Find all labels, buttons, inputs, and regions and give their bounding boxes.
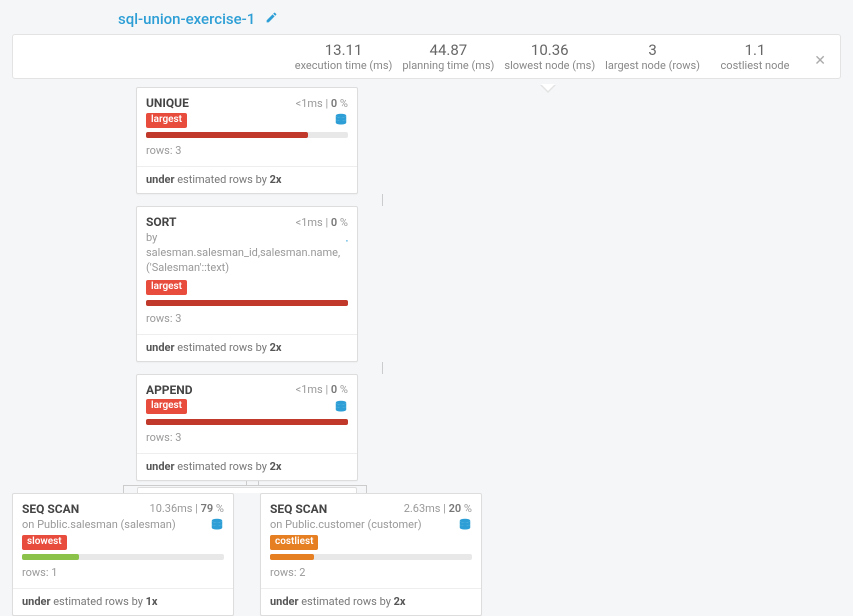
database-icon[interactable] [346, 231, 348, 245]
node-name: SORT [146, 215, 176, 229]
rows-label: rows: 3 [146, 431, 348, 450]
estimate-note: under estimated rows by 2x [137, 166, 357, 193]
badge-largest: largest [146, 280, 187, 295]
progress-bar [146, 300, 348, 306]
rows-label: rows: 1 [22, 566, 224, 585]
rows-label: rows: 3 [146, 312, 348, 331]
node-timing: 2.63ms | 20 % [404, 502, 472, 515]
rows-label: rows: 3 [146, 144, 348, 163]
progress-bar [146, 132, 348, 138]
database-icon[interactable] [210, 518, 224, 532]
rows-label: rows: 2 [270, 566, 472, 585]
database-icon[interactable] [334, 400, 348, 414]
progress-bar [146, 419, 348, 425]
node-name: SEQ SCAN [22, 502, 79, 516]
metric-planning-time: 44.87 planning time (ms) [402, 41, 494, 72]
node-subtext: on Public.salesman (salesman) [22, 518, 176, 533]
connector [382, 194, 383, 206]
node-timing: <1ms | 0 % [296, 97, 348, 110]
badge-slowest: slowest [22, 535, 67, 550]
estimate-note: under estimated rows by 2x [137, 334, 357, 361]
progress-bar [22, 554, 224, 560]
estimate-note: under estimated rows by 2x [137, 453, 357, 480]
node-name: UNIQUE [146, 96, 189, 110]
plan-title-text: sql-union-exercise-1 [118, 10, 255, 28]
metric-largest-node: 3 largest node (rows) [605, 41, 700, 72]
connector [123, 483, 367, 493]
database-icon[interactable] [334, 113, 348, 127]
node-timing: 10.36ms | 79 % [150, 502, 224, 515]
node-timing: <1ms | 0 % [296, 383, 348, 396]
badge-largest: largest [146, 399, 187, 414]
close-icon[interactable]: ✕ [814, 53, 826, 69]
badge-largest: largest [146, 113, 187, 128]
estimate-note: under estimated rows by 1x [13, 588, 233, 615]
estimate-note: under estimated rows by 2x [261, 588, 481, 615]
database-icon[interactable] [458, 518, 472, 532]
metric-slowest-node: 10.36 slowest node (ms) [504, 41, 595, 72]
plan-node-unique[interactable]: UNIQUE <1ms | 0 % largest rows: 3 under … [136, 87, 358, 194]
plan-node-seqscan-customer[interactable]: SEQ SCAN 2.63ms | 20 % on Public.custome… [260, 493, 482, 616]
node-name: SEQ SCAN [270, 502, 327, 516]
node-name: APPEND [146, 383, 193, 397]
plan-node-seqscan-salesman[interactable]: SEQ SCAN 10.36ms | 79 % on Public.salesm… [12, 493, 234, 616]
node-timing: <1ms | 0 % [296, 216, 348, 229]
plan-node-sort[interactable]: SORT <1ms | 0 % by salesman.salesman_id,… [136, 206, 358, 362]
badge-costliest: costliest [270, 535, 318, 550]
plan-title: sql-union-exercise-1 [0, 8, 853, 28]
connector [382, 362, 383, 374]
node-subtext: on Public.customer (customer) [270, 518, 422, 533]
metric-costliest-node: 1.1 costliest node [710, 41, 800, 72]
node-subtext: by salesman.salesman_id,salesman.name,('… [146, 231, 346, 276]
metrics-bar: 13.11 execution time (ms) 44.87 planning… [12, 34, 841, 79]
metric-execution-time: 13.11 execution time (ms) [295, 41, 393, 72]
edit-icon[interactable] [265, 10, 278, 28]
progress-bar [270, 554, 472, 560]
plan-node-append[interactable]: APPEND <1ms | 0 % largest rows: 3 under … [136, 374, 358, 481]
